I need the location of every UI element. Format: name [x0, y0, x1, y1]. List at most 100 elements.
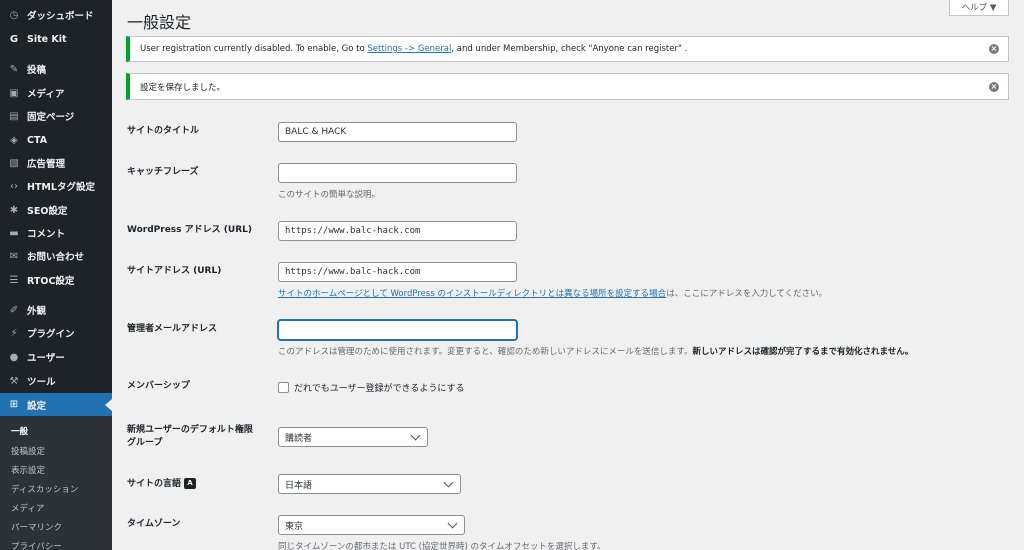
sidebar-item-pages[interactable]: ▤ 固定ページ: [0, 105, 112, 127]
cta-icon: ◈: [10, 134, 18, 146]
ads-icon: ▧: [9, 157, 19, 169]
sidebar-item-label: コメント: [27, 229, 66, 240]
translation-icon: A: [184, 478, 197, 489]
registration-notice-text: User registration currently disabled. To…: [140, 44, 687, 54]
sidebar-item-label: 外観: [27, 306, 47, 317]
sidebar-item-users[interactable]: ● ユーザー: [0, 346, 112, 368]
media-icon: ▣: [9, 87, 19, 99]
sidebar-item-label: ツール: [27, 377, 56, 388]
sidebar-item-comments[interactable]: ▬ コメント: [0, 222, 112, 244]
sidebar-item-label: 設定: [27, 400, 47, 412]
tagline-label: キャッチフレーズ: [127, 167, 199, 177]
sidebar-item-seo[interactable]: ✱ SEO設定: [0, 199, 112, 221]
sidebar-item-label: ダッシュボード: [27, 11, 94, 22]
sidebar-item-plugins[interactable]: ⚡ プラグイン: [0, 322, 112, 344]
dismiss-notice-icon[interactable]: ×: [989, 81, 999, 92]
settings-submenu: 一般 投稿設定 表示設定 ディスカッション メディア パーマリンク プライバシー: [0, 416, 112, 550]
sidebar-item-html-tags[interactable]: ‹› HTMLタグ設定: [0, 175, 112, 197]
sidebar-item-label: ユーザー: [27, 353, 65, 364]
wordpress-address-label: WordPress アドレス (URL): [127, 225, 252, 235]
site-address-help-link[interactable]: サイトのホームページとして WordPress のインストールディレクトリとは異…: [278, 289, 666, 299]
dashboard-icon: ◷: [9, 9, 19, 21]
site-address-desc-suffix: は、ここにアドレスを入力してください。: [666, 289, 828, 299]
sidebar-item-site-kit[interactable]: G Site Kit: [0, 28, 112, 50]
default-role-value: 購読者: [285, 433, 313, 444]
appearance-icon: ✐: [9, 304, 19, 316]
mail-icon: ✉: [9, 250, 19, 262]
notice-text-prefix: User registration currently disabled. To…: [140, 44, 368, 54]
chevron-down-icon: [410, 430, 421, 440]
sidebar-item-settings[interactable]: ⊞ 設定: [0, 393, 112, 416]
settings-icon: ⊞: [9, 399, 19, 410]
submenu-item-permalinks[interactable]: パーマリンク: [11, 521, 62, 533]
site-language-label: サイトの言語 A: [127, 478, 197, 491]
site-title-input[interactable]: BALC & HACK: [278, 122, 517, 142]
comments-icon: ▬: [9, 227, 19, 239]
site-language-select[interactable]: 日本語: [278, 474, 461, 494]
sidebar-item-posts[interactable]: ✎ 投稿: [0, 58, 112, 80]
sidebar-item-media[interactable]: ▣ メディア: [0, 82, 112, 104]
sidebar-item-dashboard[interactable]: ◷ ダッシュボード: [0, 4, 112, 26]
submenu-item-general[interactable]: 一般: [11, 425, 28, 437]
settings-general-link[interactable]: Settings -> General: [367, 44, 451, 54]
help-tab-button[interactable]: ヘルプ ▼: [949, 0, 1009, 16]
admin-email-desc-bold: 新しいアドレスは確認が完了するまで有効化されません。: [692, 347, 914, 357]
membership-label: メンバーシップ: [127, 381, 190, 391]
settings-saved-notice: 設定を保存しました。 ×: [126, 73, 1009, 100]
tools-icon: ⚒: [9, 375, 19, 387]
tagline-input[interactable]: [278, 163, 517, 183]
sidebar-item-cta[interactable]: ◈ CTA: [0, 129, 112, 151]
membership-checkbox[interactable]: [278, 382, 289, 393]
default-role-select[interactable]: 購読者: [278, 427, 428, 447]
admin-email-description: このアドレスは管理のために使用されます。変更すると、確認のため新しいアドレスにメ…: [278, 345, 913, 357]
list-icon: ☰: [9, 274, 19, 286]
pages-icon: ▤: [9, 110, 19, 122]
chevron-down-icon: [443, 477, 454, 487]
sidebar-item-ads[interactable]: ▧ 広告管理: [0, 152, 112, 174]
submenu-item-writing[interactable]: 投稿設定: [11, 445, 45, 457]
posts-icon: ✎: [9, 63, 19, 75]
timezone-label: タイムゾーン: [127, 519, 181, 529]
sidebar-item-tools[interactable]: ⚒ ツール: [0, 370, 112, 392]
admin-email-input[interactable]: [278, 320, 517, 340]
sidebar-item-label: RTOC設定: [27, 276, 75, 287]
site-address-label: サイトアドレス (URL): [127, 266, 222, 276]
tagline-description: このサイトの簡単な説明。: [278, 190, 381, 200]
sidebar-item-label: プラグイン: [27, 329, 75, 340]
timezone-value: 東京: [285, 521, 304, 532]
admin-email-label: 管理者メールアドレス: [127, 324, 218, 334]
site-address-input[interactable]: https://www.balc-hack.com: [278, 262, 517, 282]
wordpress-address-input[interactable]: https://www.balc-hack.com: [278, 221, 517, 241]
sidebar-item-label: 投稿: [27, 65, 47, 76]
default-role-label-line2: グループ: [127, 438, 163, 448]
code-icon: ‹›: [10, 180, 18, 192]
site-kit-icon: G: [9, 33, 19, 45]
sidebar-item-contact[interactable]: ✉ お問い合わせ: [0, 245, 112, 267]
admin-sidebar: ◷ ダッシュボード G Site Kit ✎ 投稿 ▣ メディア ▤ 固定ページ…: [0, 0, 112, 550]
chevron-down-icon: [447, 518, 458, 528]
dismiss-notice-icon[interactable]: ×: [989, 44, 999, 54]
sidebar-item-appearance[interactable]: ✐ 外観: [0, 299, 112, 321]
site-title-label: サイトのタイトル: [127, 126, 200, 136]
page-title: 一般設定: [127, 13, 192, 32]
notice-text-suffix: , and under Membership, check "Anyone ca…: [451, 44, 688, 54]
sidebar-item-label: Site Kit: [27, 33, 67, 45]
users-icon: ●: [9, 351, 19, 363]
submenu-item-media[interactable]: メディア: [11, 502, 44, 514]
timezone-description: 同じタイムゾーンの都市または UTC (協定世界時) のタイムオフセットを選択し…: [278, 542, 606, 550]
sidebar-item-rtoc[interactable]: ☰ RTOC設定: [0, 269, 112, 291]
seo-gear-icon: ✱: [9, 204, 19, 216]
plugins-icon: ⚡: [10, 327, 18, 339]
timezone-select[interactable]: 東京: [278, 515, 465, 535]
sidebar-item-label: お問い合わせ: [27, 252, 85, 263]
admin-email-desc-text: このアドレスは管理のために使用されます。変更すると、確認のため新しいアドレスにメ…: [278, 347, 693, 357]
submenu-item-privacy[interactable]: プライバシー: [11, 540, 62, 550]
sidebar-item-label: 広告管理: [27, 159, 66, 170]
submenu-item-reading[interactable]: 表示設定: [11, 464, 45, 476]
sidebar-item-label: メディア: [27, 89, 65, 100]
sidebar-item-label: SEO設定: [27, 206, 68, 217]
registration-notice: User registration currently disabled. To…: [126, 36, 1009, 62]
submenu-item-discussion[interactable]: ディスカッション: [11, 483, 78, 495]
membership-checkbox-label[interactable]: だれでもユーザー登録ができるようにする: [294, 381, 464, 394]
default-role-label: 新規ユーザーのデフォルト権限 グループ: [127, 424, 253, 450]
